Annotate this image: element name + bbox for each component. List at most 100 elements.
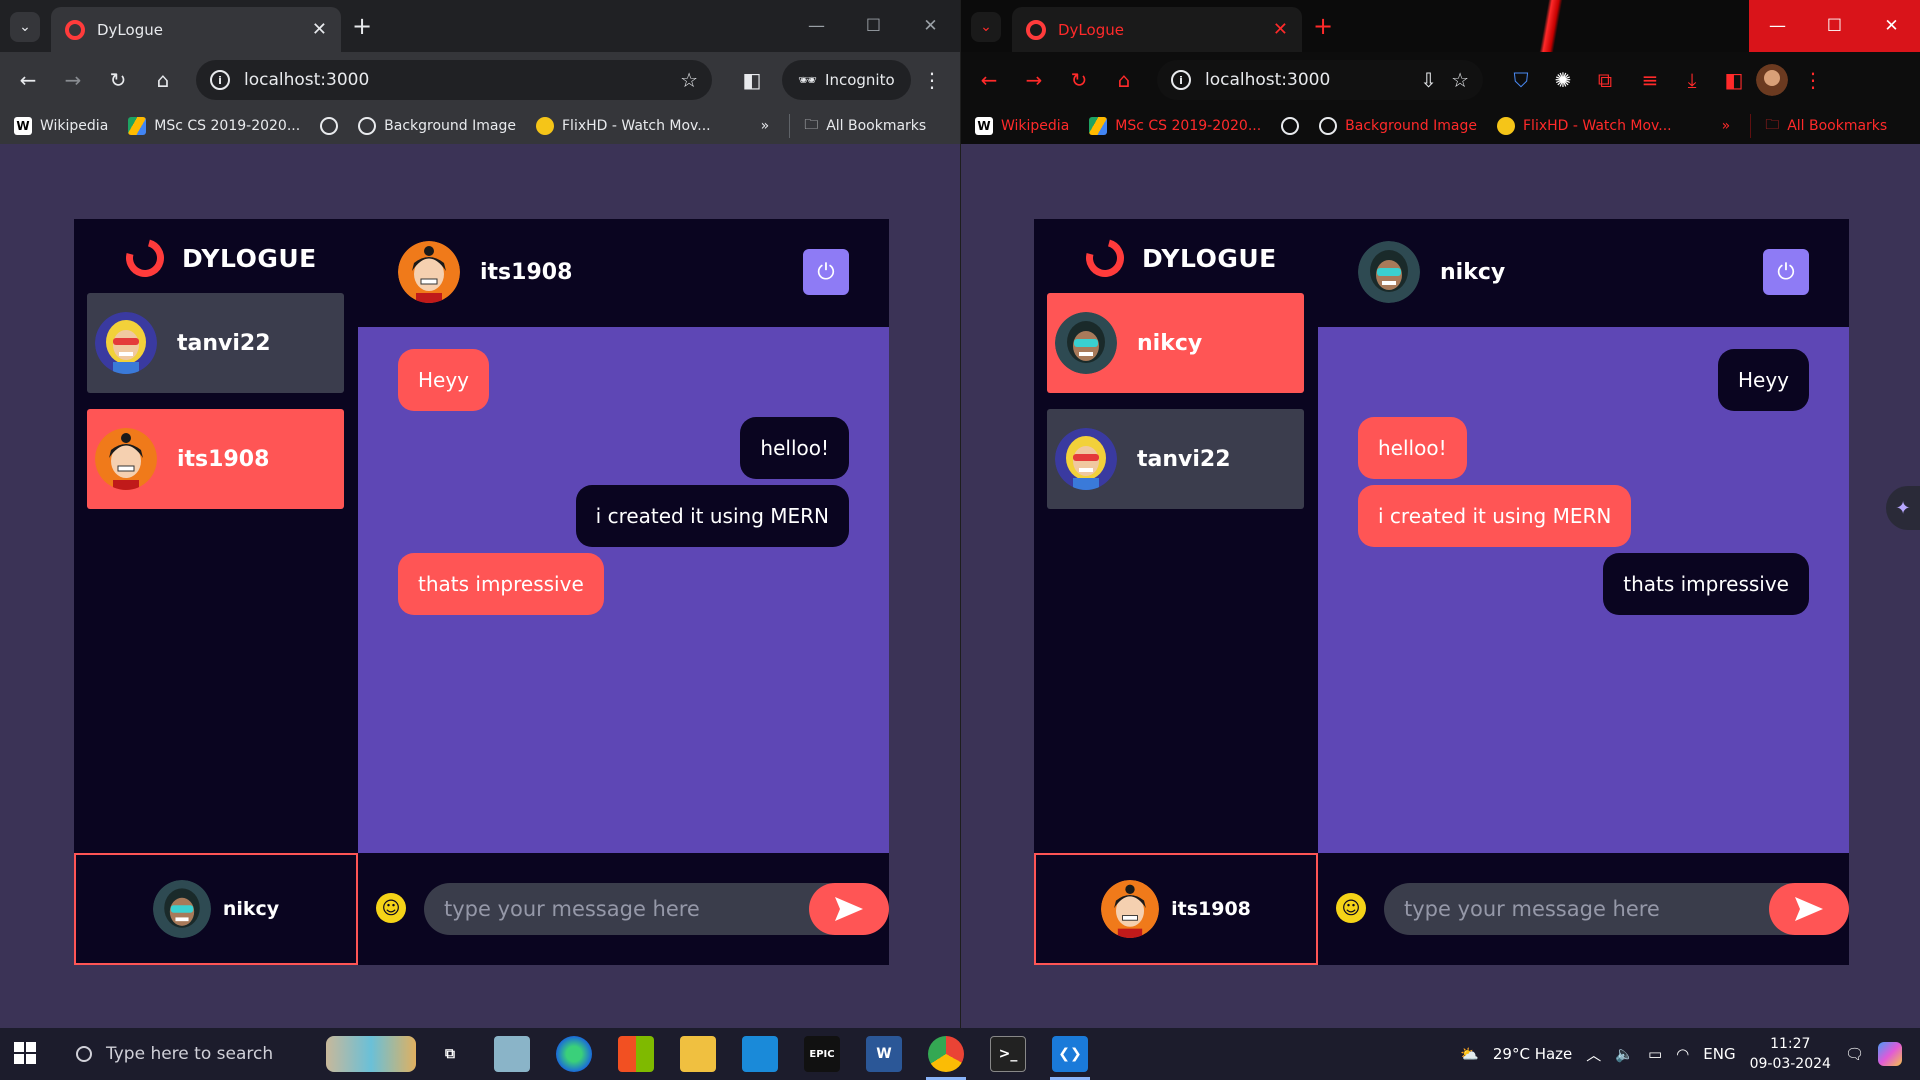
close-tab-icon[interactable]: ✕ — [312, 19, 327, 40]
downloads-icon[interactable]: ⤓ — [1678, 66, 1706, 94]
maximize-button[interactable]: ☐ — [1806, 0, 1863, 52]
logout-button[interactable]: ⏻ — [1763, 249, 1809, 295]
bookmark-background-image[interactable]: Background Image — [1319, 117, 1477, 135]
weather-icon[interactable]: ⛅ — [1460, 1045, 1479, 1063]
copilot-icon[interactable] — [1878, 1042, 1902, 1066]
new-tab-button[interactable]: + — [1313, 12, 1333, 40]
epic-games-icon[interactable]: EPIC — [804, 1036, 840, 1072]
url-text: localhost:3000 — [244, 70, 370, 90]
contact-nikcy[interactable]: nikcy — [1047, 293, 1304, 393]
contact-tanvi22[interactable]: tanvi22 — [87, 293, 344, 393]
side-panel-icon[interactable]: ◧ — [1720, 66, 1748, 94]
minimize-button[interactable]: — — [1749, 0, 1806, 52]
photos-icon[interactable] — [742, 1036, 778, 1072]
bookmark-msc[interactable]: MSc CS 2019-2020... — [128, 117, 300, 135]
vscode-icon[interactable]: ❮❯ — [1052, 1036, 1088, 1072]
maximize-button[interactable]: ☐ — [845, 0, 902, 52]
task-view-icon[interactable]: ⧉ — [432, 1036, 468, 1072]
site-info-icon[interactable]: i — [1171, 70, 1191, 90]
flixhd-icon — [1497, 117, 1515, 135]
close-window-button[interactable]: ✕ — [902, 0, 959, 52]
reload-button[interactable]: ↻ — [1065, 66, 1093, 94]
search-highlight-icon[interactable] — [326, 1036, 416, 1072]
tray-overflow-icon[interactable]: ︿ — [1586, 1044, 1601, 1065]
clock-time: 11:27 — [1770, 1036, 1811, 1052]
word-icon[interactable]: W — [866, 1036, 902, 1072]
contact-tanvi22[interactable]: tanvi22 — [1047, 409, 1304, 509]
new-tab-button[interactable]: + — [352, 12, 372, 40]
address-bar[interactable]: i localhost:3000 ☆ — [196, 60, 712, 100]
bookmarks-overflow-icon[interactable]: » — [761, 118, 770, 134]
address-bar[interactable]: i localhost:3000 ⇩ ☆ — [1157, 60, 1483, 100]
bookmark-star-icon[interactable]: ☆ — [680, 68, 698, 92]
tab-search-button[interactable]: ⌄ — [10, 12, 40, 42]
all-bookmarks-button[interactable]: 🗀 All Bookmarks — [1750, 114, 1887, 138]
language-indicator[interactable]: ENG — [1703, 1045, 1735, 1063]
weather-text[interactable]: 29°C Haze — [1493, 1045, 1572, 1063]
install-app-icon[interactable]: ⇩ — [1420, 68, 1437, 92]
file-explorer-icon[interactable] — [680, 1036, 716, 1072]
emoji-picker-button[interactable]: ☺ — [376, 893, 406, 923]
incognito-indicator[interactable]: 🕶 Incognito — [782, 60, 911, 100]
network-icon[interactable]: ◠ — [1676, 1045, 1689, 1063]
notifications-icon[interactable]: 🗨 — [1845, 1045, 1864, 1063]
tab-dylogue[interactable]: DyLogue ✕ — [1012, 7, 1302, 52]
incognito-icon: 🕶 — [798, 71, 818, 89]
forward-button[interactable]: → — [1020, 66, 1048, 94]
sparkle-assistant-icon[interactable]: ✦ — [1886, 486, 1920, 530]
message-input[interactable] — [424, 883, 854, 935]
bookmarks-bar: W Wikipedia MSc CS 2019-2020... Backgrou… — [0, 108, 960, 144]
notes-app-icon[interactable] — [494, 1036, 530, 1072]
menu-kebab-icon[interactable]: ⋮ — [918, 66, 946, 94]
menu-kebab-icon[interactable]: ⋮ — [1799, 66, 1827, 94]
windows-taskbar: Type here to search ⧉ EPIC W >_ ❮❯ ⛅ 29°… — [0, 1028, 1920, 1080]
send-button[interactable] — [1769, 883, 1849, 935]
tab-search-button[interactable]: ⌄ — [971, 12, 1001, 42]
emoji-picker-button[interactable]: ☺ — [1336, 893, 1366, 923]
contact-its1908[interactable]: its1908 — [87, 409, 344, 509]
send-button[interactable] — [809, 883, 889, 935]
bookmark-wikipedia[interactable]: W Wikipedia — [975, 117, 1069, 135]
start-windows-icon[interactable] — [14, 1042, 36, 1064]
message-bubble: i created it using MERN — [575, 485, 849, 547]
close-window-button[interactable]: ✕ — [1863, 0, 1920, 52]
messages-area: Heyy helloo! i created it using MERN tha… — [358, 327, 889, 853]
terminal-icon[interactable]: >_ — [990, 1036, 1026, 1072]
edge-icon[interactable] — [556, 1036, 592, 1072]
home-button[interactable]: ⌂ — [1110, 66, 1138, 94]
store-icon[interactable] — [618, 1036, 654, 1072]
bookmark-globe[interactable] — [320, 117, 339, 135]
back-button[interactable]: ← — [975, 66, 1003, 94]
home-button[interactable]: ⌂ — [149, 66, 177, 94]
extensions-puzzle-icon[interactable]: ⧉ — [1591, 66, 1619, 94]
profile-avatar[interactable] — [1756, 64, 1788, 96]
bookmark-msc[interactable]: MSc CS 2019-2020... — [1089, 117, 1261, 135]
url-text: localhost:3000 — [1205, 70, 1331, 90]
volume-icon[interactable]: 🔈 — [1615, 1045, 1634, 1063]
minimize-button[interactable]: — — [788, 0, 845, 52]
reading-list-icon[interactable]: ≡ — [1636, 66, 1664, 94]
bookmark-flixhd[interactable]: FlixHD - Watch Mov... — [536, 117, 711, 135]
close-tab-icon[interactable]: ✕ — [1273, 19, 1288, 40]
back-button[interactable]: ← — [14, 66, 42, 94]
clock[interactable]: 11:27 09-03-2024 — [1750, 1034, 1831, 1074]
side-panel-icon[interactable]: ◧ — [738, 66, 766, 94]
bookmarks-overflow-icon[interactable]: » — [1722, 118, 1731, 134]
bookmark-globe[interactable] — [1281, 117, 1300, 135]
extension-ai-icon[interactable]: ✺ — [1549, 66, 1577, 94]
site-info-icon[interactable]: i — [210, 70, 230, 90]
bookmark-flixhd[interactable]: FlixHD - Watch Mov... — [1497, 117, 1672, 135]
message-input[interactable] — [1384, 883, 1814, 935]
bookmark-background-image[interactable]: Background Image — [358, 117, 516, 135]
battery-icon[interactable]: ▭ — [1648, 1045, 1662, 1063]
reload-button[interactable]: ↻ — [104, 66, 132, 94]
bookmark-star-icon[interactable]: ☆ — [1451, 68, 1469, 92]
tab-dylogue[interactable]: DyLogue ✕ — [51, 7, 341, 52]
extension-shield-icon[interactable]: ⛉ — [1507, 66, 1535, 94]
chrome-icon[interactable] — [928, 1036, 964, 1072]
all-bookmarks-button[interactable]: 🗀 All Bookmarks — [789, 114, 926, 138]
forward-button[interactable]: → — [59, 66, 87, 94]
logout-button[interactable]: ⏻ — [803, 249, 849, 295]
bookmark-wikipedia[interactable]: W Wikipedia — [14, 117, 108, 135]
search-placeholder: Type here to search — [106, 1044, 274, 1064]
